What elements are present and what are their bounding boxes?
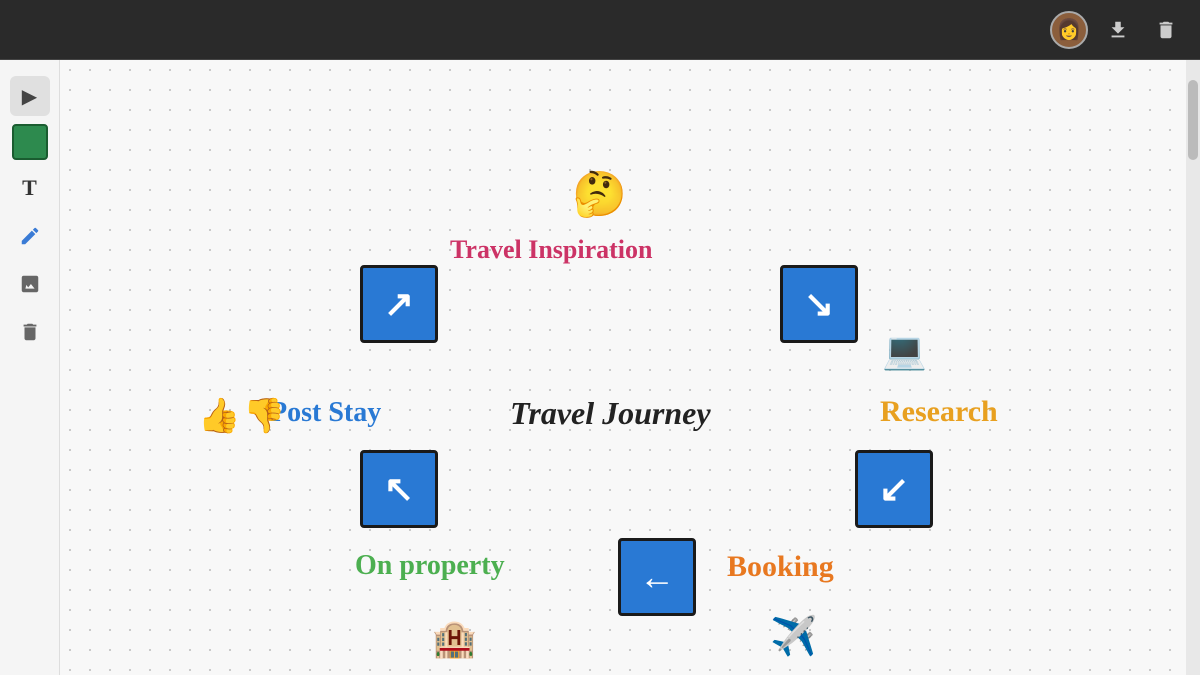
scrollbar[interactable]: [1186, 60, 1200, 675]
thinking-emoji: 🤔: [572, 168, 627, 220]
scroll-thumb[interactable]: [1188, 80, 1198, 160]
arrow-box-center-bottom[interactable]: ←: [618, 538, 696, 616]
label-on-property: On property: [355, 550, 505, 582]
arrow-box-bottom-left[interactable]: ↖: [360, 450, 438, 528]
image-tool[interactable]: [10, 264, 50, 304]
laptop-emoji: 💻: [882, 330, 927, 372]
arrow-se-icon: ↘: [804, 283, 834, 325]
arrow-left-icon: ←: [639, 556, 675, 598]
select-tool[interactable]: ▶: [10, 76, 50, 116]
label-research: Research: [880, 395, 998, 429]
sidebar: ▶ T: [0, 60, 60, 675]
color-tool[interactable]: [12, 124, 48, 160]
center-title: Travel Journey: [510, 395, 711, 432]
trash-tool[interactable]: [10, 312, 50, 352]
arrow-nw-icon: ↖: [384, 468, 414, 510]
thumbsdown-emoji: 👎: [243, 396, 285, 436]
pen-tool[interactable]: [10, 216, 50, 256]
arrow-ne-icon: ↗: [384, 283, 414, 325]
label-booking: Booking: [727, 550, 834, 584]
label-post-stay: Post Stay: [270, 397, 381, 429]
topbar: 👩: [0, 0, 1200, 60]
canvas[interactable]: Travel Journey Travel Inspiration Resear…: [60, 60, 1186, 675]
avatar[interactable]: 👩: [1050, 11, 1088, 49]
download-button[interactable]: [1100, 12, 1136, 48]
main-layout: ▶ T Travel Journey Travel Inspiration: [0, 60, 1200, 675]
arrow-box-bottom-right[interactable]: ↙: [855, 450, 933, 528]
text-tool[interactable]: T: [10, 168, 50, 208]
hotel-emoji: 🏨: [432, 618, 477, 660]
label-inspiration: Travel Inspiration: [450, 235, 652, 265]
arrow-sw-icon: ↙: [879, 468, 909, 510]
arrow-box-top-right[interactable]: ↘: [780, 265, 858, 343]
delete-button[interactable]: [1148, 12, 1184, 48]
thumbsup-emoji: 👍: [198, 396, 240, 436]
plane-emoji: ✈️: [770, 615, 817, 659]
arrow-box-top-left[interactable]: ↗: [360, 265, 438, 343]
